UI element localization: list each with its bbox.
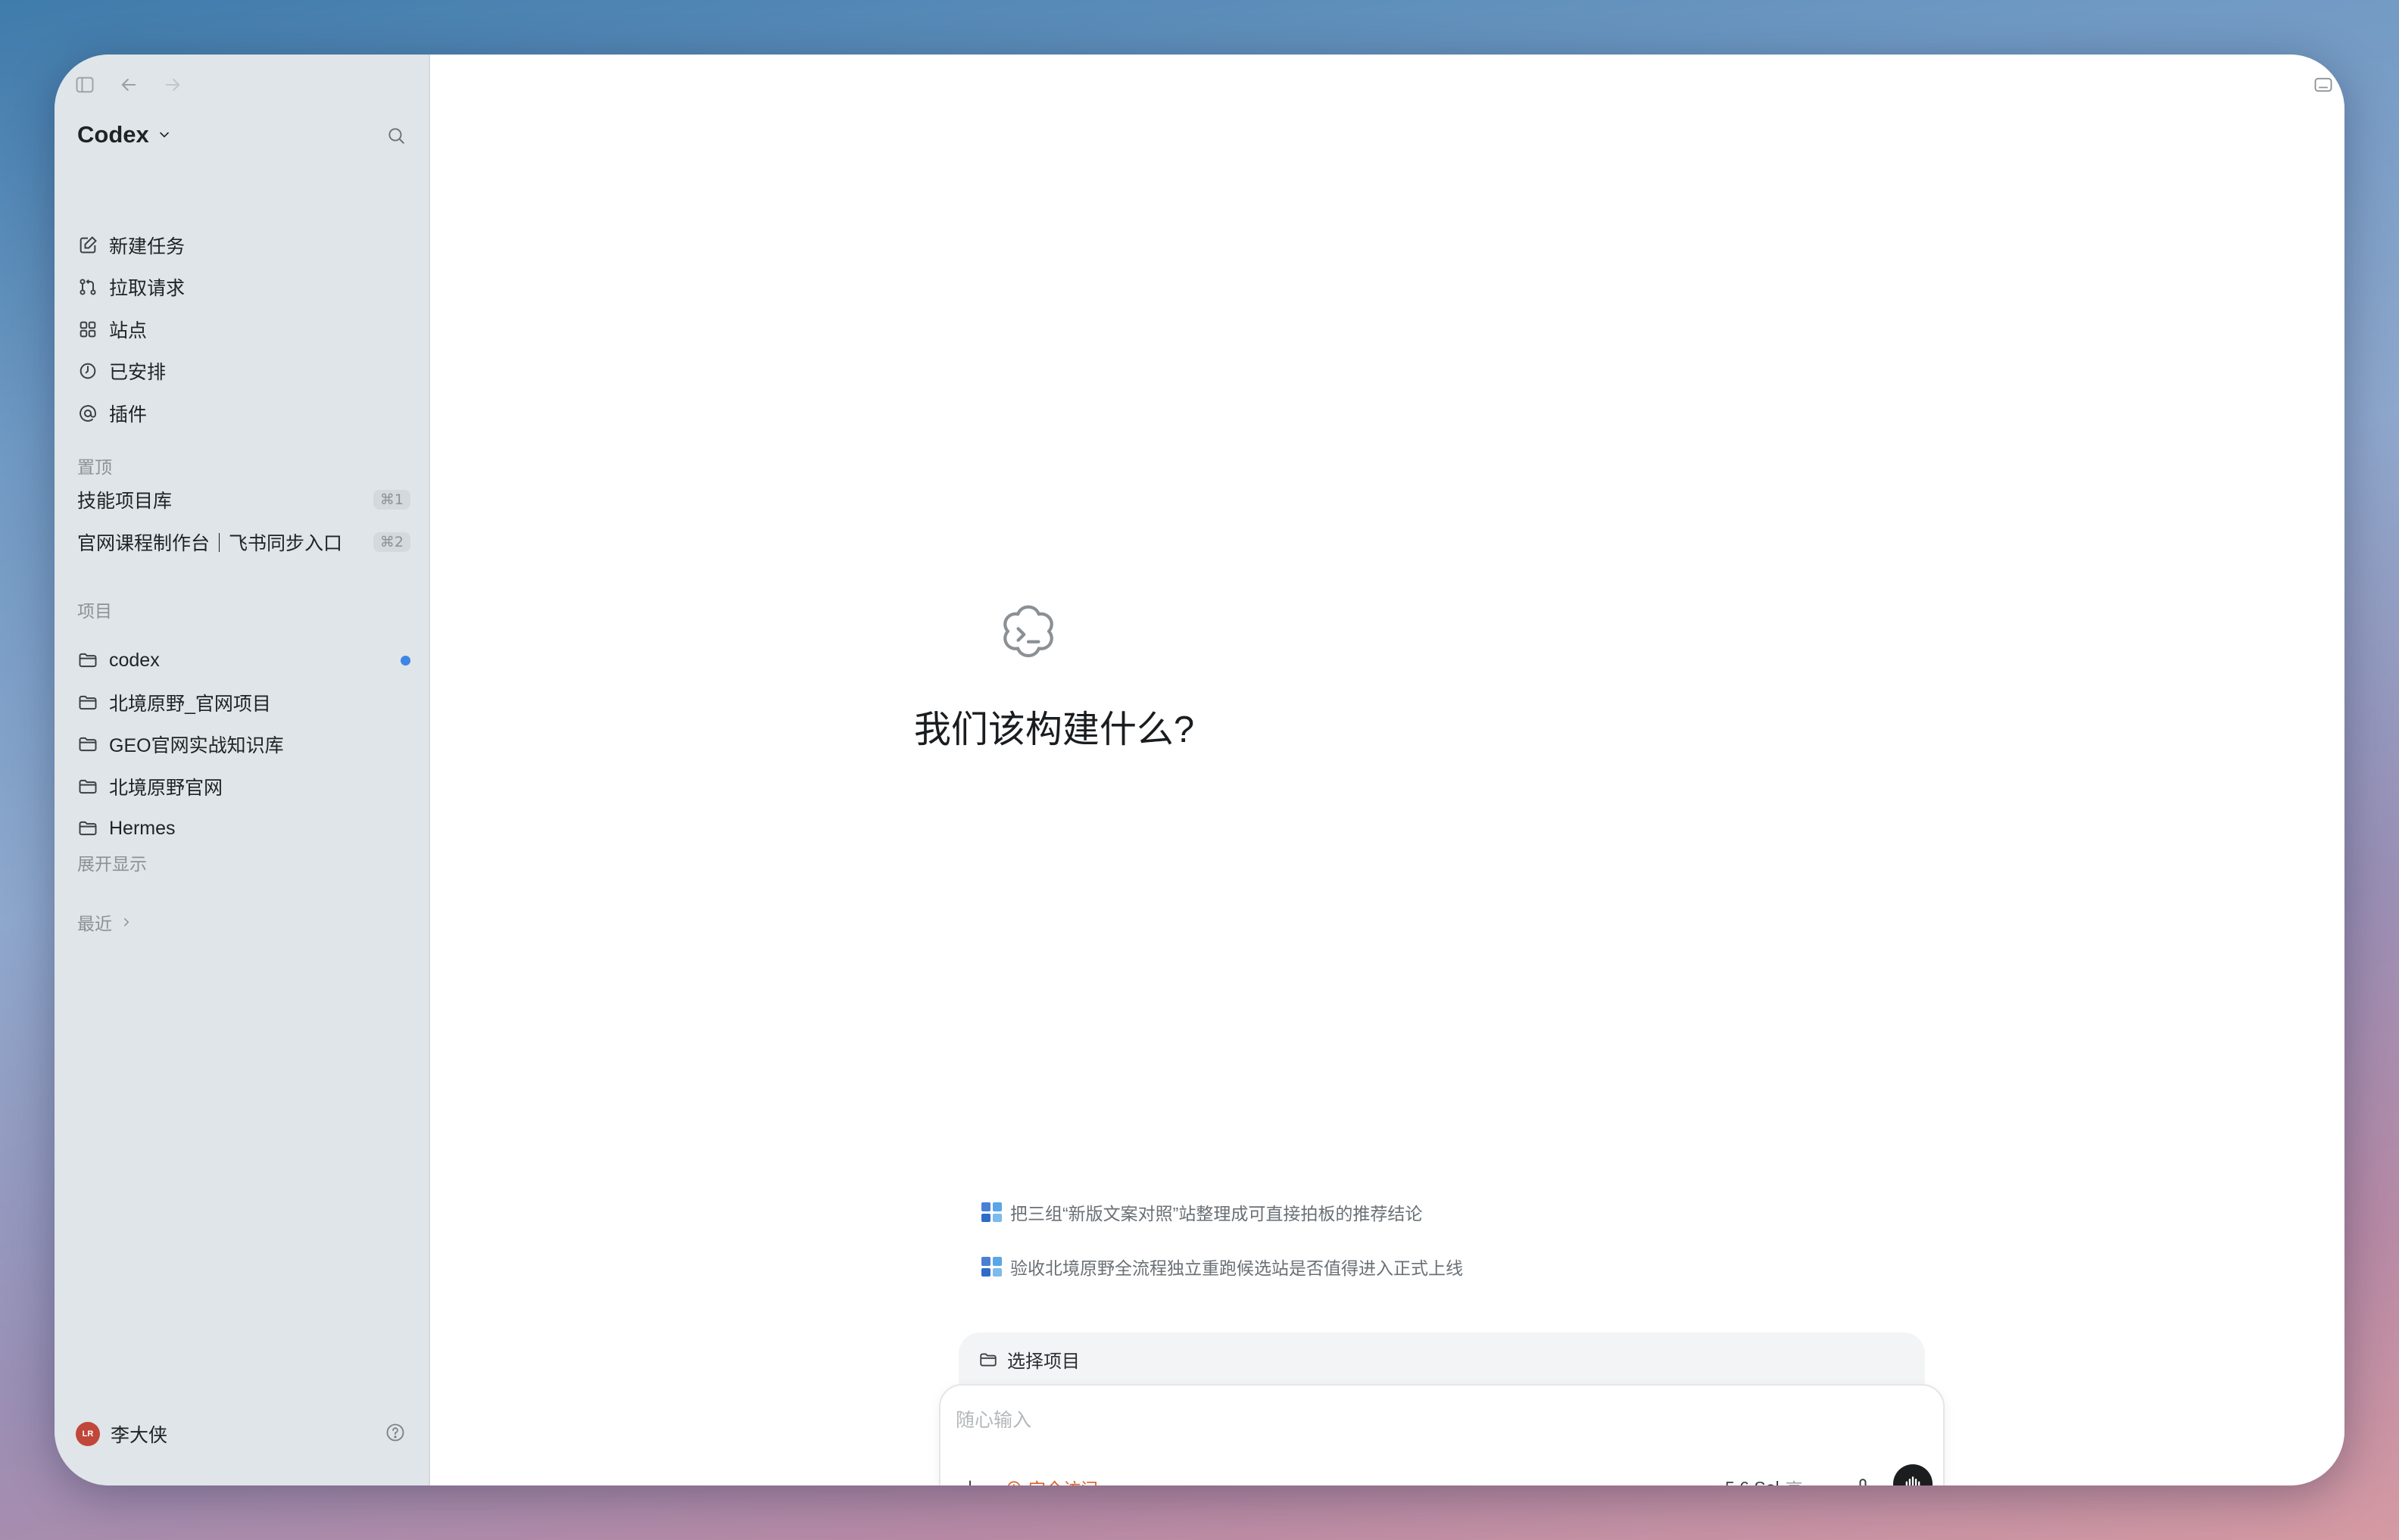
expand-link[interactable]: 展开显示 xyxy=(77,849,147,875)
folder-icon xyxy=(79,737,97,752)
nav-scheduled[interactable]: 已安排 xyxy=(77,354,166,388)
projects-section-title: 项目 xyxy=(77,601,112,621)
pinned-label: 技能项目库 xyxy=(77,491,173,512)
folder-icon xyxy=(980,1352,997,1367)
app-switcher[interactable]: Codex xyxy=(77,121,172,148)
brand-name: Codex xyxy=(77,121,149,148)
warning-icon xyxy=(1007,1481,1021,1485)
nav-sites[interactable]: 站点 xyxy=(77,313,147,346)
access-label: 完全访问 xyxy=(1028,1475,1098,1485)
project-label: codex xyxy=(109,649,160,671)
chevron-down-icon xyxy=(1809,1481,1823,1485)
pinned-item[interactable]: 技能项目库 ⌘1 xyxy=(77,483,410,516)
suggestion-text: 把三组“新版文案对照”站整理成可直接拍板的推荐结论 xyxy=(1010,1204,1423,1224)
chevron-right-icon xyxy=(124,918,129,927)
project-label: 北境原野官网 xyxy=(109,778,223,799)
apps-icon xyxy=(981,1257,1002,1277)
composer[interactable] xyxy=(939,1384,1945,1485)
folder-icon xyxy=(79,779,97,794)
model-name: 5.6 Sol xyxy=(1725,1478,1780,1486)
suggestion-item[interactable]: 验收北境原野全流程独立重跑候选站是否值得进入正式上线 xyxy=(981,1254,1463,1280)
grid-icon xyxy=(77,319,98,340)
waveform-icon xyxy=(1905,1476,1920,1485)
nav-pull-requests[interactable]: 拉取请求 xyxy=(77,270,185,304)
select-project-button[interactable]: 选择项目 xyxy=(978,1346,1080,1373)
nav-label: 插件 xyxy=(109,404,148,426)
unread-dot xyxy=(401,655,410,666)
recent-toggle[interactable]: 最近 xyxy=(77,909,133,935)
add-attachment-icon[interactable] xyxy=(960,1478,980,1485)
sidebar-toggle-icon[interactable] xyxy=(74,74,95,95)
project-item[interactable]: 北境原野_官网项目 xyxy=(77,686,410,719)
project-item[interactable]: codex xyxy=(77,644,410,677)
nav-label: 拉取请求 xyxy=(109,278,186,299)
user-name: 李大侠 xyxy=(111,1425,168,1446)
shortcut-badge: ⌘1 xyxy=(373,490,410,510)
select-project-label: 选择项目 xyxy=(1007,1351,1080,1372)
pull-request-icon xyxy=(77,276,98,298)
avatar: LR xyxy=(76,1422,100,1446)
nav-plugins[interactable]: 插件 xyxy=(77,397,147,430)
search-icon[interactable] xyxy=(386,126,406,145)
suggestion-text: 验收北境原野全流程独立重跑候选站是否值得进入正式上线 xyxy=(1010,1258,1463,1278)
project-label: 北境原野_官网项目 xyxy=(109,694,271,715)
project-label: GEO官网实战知识库 xyxy=(109,735,284,756)
model-selector[interactable]: 5.6 Sol 高 xyxy=(1725,1475,1823,1486)
project-label: Hermes xyxy=(109,817,176,839)
nav-label: 站点 xyxy=(109,320,148,341)
project-item[interactable]: 北境原野官网 xyxy=(77,770,410,803)
edit-icon xyxy=(77,235,98,256)
folder-icon xyxy=(79,695,97,710)
model-level: 高 xyxy=(1786,1475,1803,1485)
recent-label: 最近 xyxy=(77,914,112,934)
suggestion-item[interactable]: 把三组“新版文案对照”站整理成可直接拍板的推荐结论 xyxy=(981,1199,1422,1225)
nav-label: 已安排 xyxy=(109,362,167,383)
microphone-icon[interactable] xyxy=(1852,1476,1873,1485)
project-bar xyxy=(959,1333,1925,1387)
app-window: Codex 新建任务 拉取请求 站点 已安排 插件 置顶 技能项目库 ⌘1 官网… xyxy=(55,55,2344,1485)
panel-bottom-icon[interactable] xyxy=(2313,74,2334,94)
codex-logo-icon xyxy=(994,600,1063,669)
sidebar: Codex 新建任务 拉取请求 站点 已安排 插件 置顶 技能项目库 ⌘1 官网… xyxy=(55,55,430,1485)
project-item[interactable]: Hermes xyxy=(77,812,410,845)
pinned-item[interactable]: 官网课程制作台｜飞书同步入口 ⌘2 xyxy=(77,525,410,559)
nav-new-task[interactable]: 新建任务 xyxy=(77,229,185,262)
folder-icon xyxy=(79,653,97,668)
clock-icon xyxy=(77,360,98,382)
project-item[interactable]: GEO官网实战知识库 xyxy=(77,728,410,761)
user-profile[interactable]: LR 李大侠 xyxy=(76,1420,167,1448)
access-mode-button[interactable]: 完全访问 xyxy=(1006,1475,1098,1485)
pinned-label: 官网课程制作台｜飞书同步入口 xyxy=(77,533,343,554)
pinned-section-title: 置顶 xyxy=(77,457,112,477)
apps-icon xyxy=(981,1202,1002,1222)
back-arrow-icon[interactable] xyxy=(118,74,139,95)
page-title: 我们该构建什么? xyxy=(913,709,1195,750)
help-icon[interactable] xyxy=(385,1422,406,1443)
forward-arrow-icon[interactable] xyxy=(162,74,183,95)
at-icon xyxy=(77,403,98,424)
prompt-input[interactable]: 随心输入 xyxy=(956,1405,1031,1432)
chevron-down-icon xyxy=(159,132,169,138)
folder-icon xyxy=(79,821,97,836)
shortcut-badge: ⌘2 xyxy=(373,532,410,552)
nav-label: 新建任务 xyxy=(109,236,186,257)
